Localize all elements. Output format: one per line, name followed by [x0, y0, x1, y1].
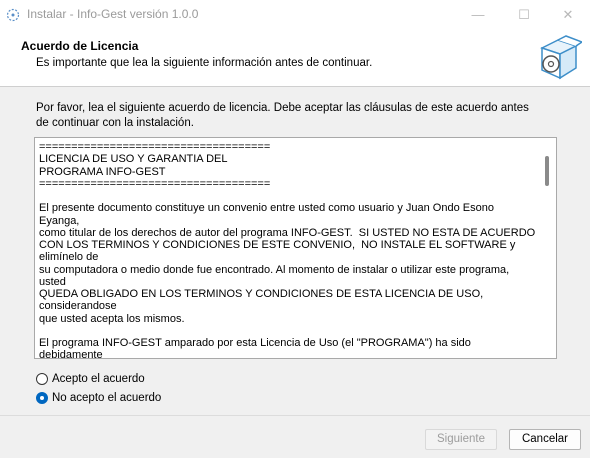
close-button[interactable]: ✕ [546, 0, 590, 30]
accept-radio[interactable]: Acepto el acuerdo [36, 371, 145, 387]
app-icon [6, 8, 20, 22]
intro-text: Por favor, lea el siguiente acuerdo de l… [36, 102, 529, 129]
page-title: Acuerdo de Licencia [21, 39, 139, 53]
accept-radio-circle[interactable] [36, 373, 48, 385]
page-subtitle: Es importante que lea la siguiente infor… [36, 57, 373, 69]
cancel-button[interactable]: Cancelar [509, 429, 581, 450]
license-text: ==================================== LIC… [39, 141, 536, 359]
reject-radio-circle[interactable] [36, 392, 48, 404]
maximize-button[interactable]: ☐ [502, 0, 546, 30]
next-button[interactable]: Siguiente [425, 429, 497, 450]
reject-radio-label[interactable]: No acepto el acuerdo [52, 392, 161, 404]
minimize-icon: — [471, 7, 485, 22]
install-box-icon [540, 35, 582, 80]
close-icon: ✕ [562, 7, 574, 22]
minimize-button[interactable]: — [456, 0, 500, 30]
license-textarea[interactable]: ==================================== LIC… [34, 137, 557, 359]
accept-radio-label[interactable]: Acepto el acuerdo [52, 373, 145, 385]
scroll-thumb[interactable] [545, 156, 549, 186]
wizard-header: Acuerdo de Licencia Es importante que le… [0, 30, 590, 87]
window-title: Instalar - Info-Gest versión 1.0.0 [27, 7, 199, 21]
license-scrollbar[interactable] [539, 138, 556, 358]
reject-radio[interactable]: No acepto el acuerdo [36, 390, 161, 406]
title-bar: Instalar - Info-Gest versión 1.0.0 — ☐ ✕ [0, 0, 590, 31]
maximize-icon: ☐ [518, 7, 530, 22]
footer-divider [0, 415, 590, 416]
